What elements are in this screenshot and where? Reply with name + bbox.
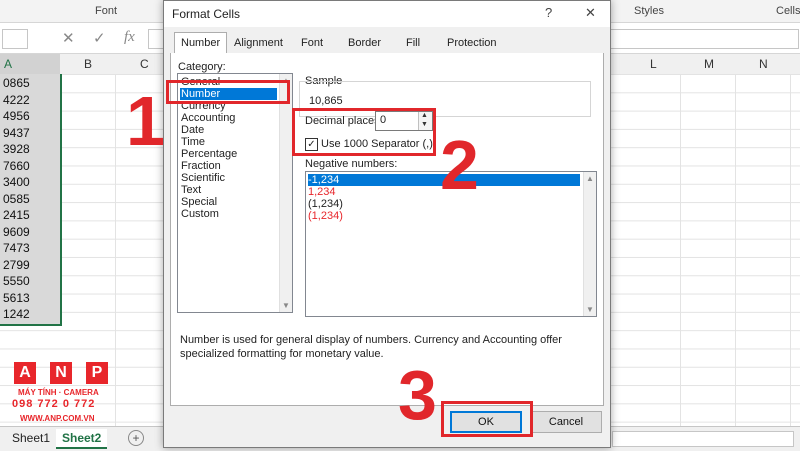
- category-accounting[interactable]: Accounting: [181, 112, 235, 124]
- tab-fill[interactable]: Fill: [400, 35, 426, 52]
- logo-letter: N: [50, 362, 72, 384]
- logo-website: WWW.ANP.COM.VN: [20, 414, 95, 423]
- category-fraction[interactable]: Fraction: [181, 160, 221, 172]
- logo-letter: A: [14, 362, 36, 384]
- logo-letter: P: [86, 362, 108, 384]
- column-header-m[interactable]: M: [704, 57, 714, 71]
- tab-alignment[interactable]: Alignment: [228, 35, 289, 52]
- number-tab-panel: Category: General Number Currency Accoun…: [170, 53, 604, 406]
- category-scrollbar[interactable]: ▲ ▼: [279, 74, 292, 312]
- ribbon-group-font: Font: [95, 5, 118, 17]
- category-custom[interactable]: Custom: [181, 208, 219, 220]
- sheet-tab-2[interactable]: Sheet2: [56, 429, 108, 449]
- cell[interactable]: 5550: [3, 272, 30, 290]
- ribbon-group-cells: Cells: [776, 5, 800, 17]
- category-label: Category:: [178, 61, 226, 73]
- column-header-l[interactable]: L: [650, 57, 657, 71]
- scroll-down-icon[interactable]: ▼: [586, 305, 594, 314]
- step-2-highlight: [292, 108, 436, 156]
- check-icon[interactable]: ✓: [93, 29, 106, 47]
- column-a-selection[interactable]: 0865 4222 4956 9437 3928 7660 3400 0585 …: [0, 74, 62, 326]
- fx-icon[interactable]: fx: [124, 29, 135, 46]
- tab-protection[interactable]: Protection: [441, 35, 503, 52]
- logo-phone: 098 772 0 772: [12, 398, 96, 410]
- column-header-a[interactable]: A: [0, 54, 60, 74]
- negative-option[interactable]: (1,234): [308, 210, 580, 222]
- step-3-highlight: [441, 401, 533, 437]
- anp-logo: A N P MÁY TÍNH · CAMERA 098 772 0 772 WW…: [12, 362, 112, 424]
- sheet-tab-1[interactable]: Sheet1: [6, 429, 56, 447]
- dialog-titlebar: Format Cells ? ✕: [164, 1, 610, 27]
- plus-icon[interactable]: +: [128, 430, 144, 446]
- column-header-n[interactable]: N: [759, 57, 768, 71]
- category-percentage[interactable]: Percentage: [181, 148, 237, 160]
- negative-numbers-label: Negative numbers:: [305, 158, 398, 170]
- cell[interactable]: 1242: [3, 305, 30, 323]
- name-box[interactable]: [2, 29, 28, 49]
- tab-border[interactable]: Border: [342, 35, 387, 52]
- step-1-highlight: [166, 80, 290, 104]
- scroll-up-icon[interactable]: ▲: [586, 174, 594, 183]
- cell[interactable]: 7473: [3, 239, 30, 257]
- cell[interactable]: 2415: [3, 206, 30, 224]
- negative-scrollbar[interactable]: ▲ ▼: [583, 172, 596, 316]
- cancel-button[interactable]: Cancel: [530, 411, 602, 433]
- logo-tagline: MÁY TÍNH · CAMERA: [18, 388, 99, 397]
- dialog-tabs: Number Alignment Font Border Fill Protec…: [170, 32, 604, 55]
- category-list[interactable]: General Number Currency Accounting Date …: [177, 73, 293, 313]
- cell[interactable]: 3928: [3, 140, 30, 158]
- formula-input[interactable]: [148, 29, 163, 49]
- dialog-title: Format Cells: [172, 7, 241, 21]
- formula-input-right[interactable]: [610, 29, 799, 49]
- category-text[interactable]: Text: [181, 184, 201, 196]
- category-special[interactable]: Special: [181, 196, 217, 208]
- column-header-b[interactable]: B: [84, 57, 92, 71]
- category-description: Number is used for general display of nu…: [180, 334, 562, 360]
- horizontal-scrollbar[interactable]: [612, 431, 794, 447]
- tab-font[interactable]: Font: [295, 35, 329, 52]
- x-icon[interactable]: ✕: [62, 29, 75, 47]
- close-icon[interactable]: ✕: [585, 5, 596, 21]
- help-icon[interactable]: ?: [545, 5, 552, 20]
- category-date[interactable]: Date: [181, 124, 204, 136]
- cell[interactable]: 4956: [3, 107, 30, 125]
- category-time[interactable]: Time: [181, 136, 205, 148]
- tab-number[interactable]: Number: [174, 32, 228, 55]
- column-header-c[interactable]: C: [140, 57, 149, 71]
- scroll-down-icon[interactable]: ▼: [282, 301, 290, 310]
- cell[interactable]: 3400: [3, 173, 30, 191]
- step-3-number: 3: [398, 356, 437, 434]
- category-scientific[interactable]: Scientific: [181, 172, 225, 184]
- sample-value: 10,865: [309, 95, 343, 107]
- cell[interactable]: 0865: [3, 74, 30, 92]
- step-2-number: 2: [440, 126, 479, 204]
- format-cells-dialog: Format Cells ? ✕ Number Alignment Font B…: [163, 0, 611, 448]
- step-1-number: 1: [126, 82, 165, 160]
- ribbon-group-styles: Styles: [634, 5, 664, 17]
